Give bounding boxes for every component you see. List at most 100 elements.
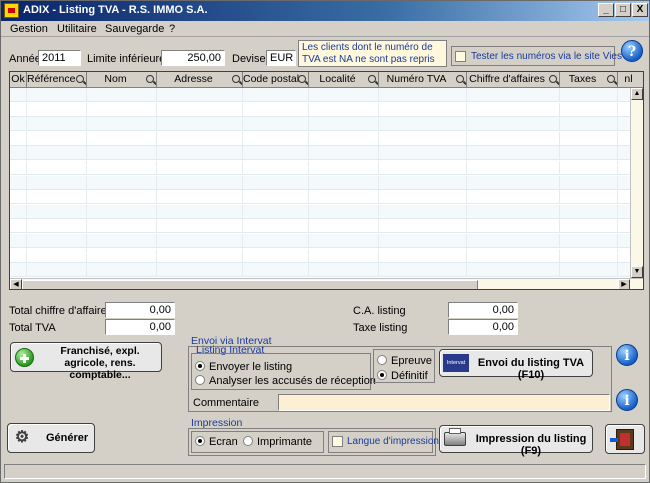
total-tva-label: Total TVA <box>9 322 56 334</box>
close-button[interactable]: X <box>632 3 648 17</box>
limite-input[interactable]: 250,00 <box>161 50 225 66</box>
langue-checkbox[interactable] <box>332 436 343 447</box>
table-row[interactable] <box>10 146 630 161</box>
annee-input[interactable]: 2011 <box>38 50 81 66</box>
col-nl[interactable]: nl <box>618 72 643 87</box>
listing-grid[interactable]: Ok Référence Nom Adresse Code postal Loc… <box>9 71 644 290</box>
search-icon[interactable] <box>76 75 84 83</box>
grid-cell-divider <box>26 102 27 117</box>
table-row[interactable] <box>10 234 630 248</box>
grid-cell-divider <box>559 204 560 219</box>
search-icon[interactable] <box>146 75 154 83</box>
table-row[interactable] <box>10 117 630 132</box>
scroll-right-arrow-icon[interactable]: ▶ <box>618 279 630 289</box>
vies-checkbox[interactable] <box>455 51 466 62</box>
table-row[interactable] <box>10 161 630 175</box>
grid-cell-divider <box>559 88 560 102</box>
vies-label: Tester les numéros via le site Vies <box>471 51 622 62</box>
ecran-radio[interactable] <box>195 436 205 446</box>
grid-cell-divider <box>378 117 379 132</box>
col-numero-tva-label: Numéro TVA <box>386 73 447 85</box>
table-row[interactable] <box>10 263 630 278</box>
table-row[interactable] <box>10 248 630 263</box>
send-listing-button[interactable]: Intervat Envoi du listing TVA (F10) <box>439 349 593 381</box>
search-icon[interactable] <box>232 75 240 83</box>
col-nom[interactable]: Nom <box>87 72 157 87</box>
grid-cell-divider <box>559 234 560 248</box>
scroll-thumb[interactable] <box>22 280 478 289</box>
grid-cell-divider <box>617 248 618 263</box>
table-row[interactable] <box>10 88 630 102</box>
table-row[interactable] <box>10 102 630 117</box>
menu-help[interactable]: ? <box>169 23 175 35</box>
table-row[interactable] <box>10 190 630 205</box>
grid-cell-divider <box>242 102 243 117</box>
grid-cell-divider <box>617 204 618 219</box>
info-icon[interactable]: i <box>616 389 638 411</box>
grid-cell-divider <box>242 161 243 175</box>
col-adresse[interactable]: Adresse <box>157 72 243 87</box>
col-reference[interactable]: Référence <box>27 72 87 87</box>
col-taxes[interactable]: Taxes <box>560 72 618 87</box>
epreuve-radio[interactable] <box>377 355 387 365</box>
grid-cell-divider <box>86 117 87 132</box>
horizontal-scrollbar[interactable]: ◀ ▶ <box>10 278 643 289</box>
vertical-scrollbar[interactable]: ▲ ▼ <box>630 88 643 280</box>
scroll-down-arrow-icon[interactable]: ▼ <box>631 266 643 278</box>
grid-cell-divider <box>156 161 157 175</box>
grid-cell-divider <box>242 248 243 263</box>
commentaire-input[interactable] <box>278 394 610 411</box>
table-row[interactable] <box>10 131 630 146</box>
grid-cell-divider <box>86 248 87 263</box>
envoyer-radio[interactable] <box>195 361 205 371</box>
exit-button[interactable] <box>605 424 645 454</box>
na-notice: Les clients dont le numéro de TVA est NA… <box>298 40 447 67</box>
grid-cell-divider <box>86 88 87 102</box>
grid-cell-divider <box>26 131 27 146</box>
search-icon[interactable] <box>298 75 306 83</box>
help-icon[interactable]: ? <box>621 40 643 62</box>
table-row[interactable] <box>10 219 630 234</box>
table-row[interactable] <box>10 175 630 190</box>
search-icon[interactable] <box>607 75 615 83</box>
grid-cell-divider <box>26 219 27 234</box>
vies-checkbox-group[interactable]: Tester les numéros via le site Vies <box>451 46 622 66</box>
scroll-left-arrow-icon[interactable]: ◀ <box>10 279 22 289</box>
maximize-button[interactable]: □ <box>615 3 631 17</box>
print-listing-button[interactable]: Impression du listing (F9) <box>439 425 593 457</box>
col-code-postal[interactable]: Code postal <box>243 72 309 87</box>
col-chiffre-affaires[interactable]: Chiffre d'affaires <box>467 72 560 87</box>
search-icon[interactable] <box>368 75 376 83</box>
menu-gestion[interactable]: Gestion <box>10 23 48 35</box>
search-icon[interactable] <box>549 75 557 83</box>
search-icon[interactable] <box>456 75 464 83</box>
analyser-radio[interactable] <box>195 375 205 385</box>
definitif-radio[interactable] <box>377 370 387 380</box>
imprimante-radio[interactable] <box>243 436 253 446</box>
grid-cell-divider <box>242 88 243 102</box>
col-reference-label: Référence <box>27 73 76 85</box>
generer-button[interactable]: ⚙ Générer <box>7 423 95 453</box>
grid-cell-divider <box>378 204 379 219</box>
grid-cell-divider <box>86 146 87 161</box>
grid-cell-divider <box>26 88 27 102</box>
total-tva-field: 0,00 <box>105 319 175 335</box>
grid-cell-divider <box>559 263 560 278</box>
grid-cell-divider <box>242 175 243 190</box>
grid-cell-divider <box>466 219 467 234</box>
menu-sauvegarde[interactable]: Sauvegarde <box>105 23 164 35</box>
col-numero-tva[interactable]: Numéro TVA <box>379 72 467 87</box>
scroll-up-arrow-icon[interactable]: ▲ <box>631 88 643 100</box>
minimize-button[interactable]: _ <box>598 3 614 17</box>
menu-utilitaire[interactable]: Utilitaire <box>57 23 97 35</box>
col-localite[interactable]: Localité <box>309 72 379 87</box>
devise-input[interactable]: EUR <box>266 50 296 66</box>
grid-cell-divider <box>378 234 379 248</box>
grid-cell-divider <box>26 117 27 132</box>
intervat-logo-icon: Intervat <box>443 354 469 372</box>
franchise-button[interactable]: Franchisé, expl. agricole, rens. comptab… <box>10 342 162 381</box>
table-row[interactable] <box>10 204 630 219</box>
col-ok[interactable]: Ok <box>10 72 27 87</box>
grid-header: Ok Référence Nom Adresse Code postal Loc… <box>10 72 643 88</box>
info-icon[interactable]: i <box>616 344 638 366</box>
